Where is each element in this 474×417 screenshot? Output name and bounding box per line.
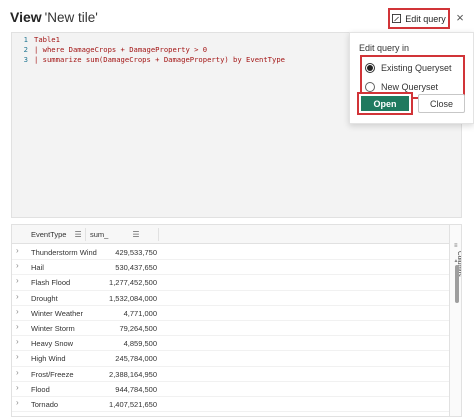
cell-eventtype: High Wind — [31, 354, 66, 364]
open-button-highlight: Open — [357, 92, 413, 115]
expand-chevron-icon[interactable]: › — [16, 246, 19, 255]
cell-sum: 1,532,084,000 — [109, 293, 157, 303]
expand-chevron-icon[interactable]: › — [16, 261, 19, 270]
cell-sum: 1,407,521,650 — [109, 400, 157, 409]
close-button[interactable]: Close — [418, 94, 465, 113]
title-prefix: View — [10, 9, 42, 25]
expand-chevron-icon[interactable]: › — [16, 398, 19, 407]
expand-chevron-icon[interactable]: › — [16, 337, 19, 346]
vertical-scrollbar-thumb[interactable] — [455, 265, 459, 303]
expand-chevron-icon[interactable]: › — [16, 307, 19, 316]
table-row[interactable]: › Flash Flood 1,277,452,500 — [12, 275, 449, 291]
table-row[interactable]: › Winter Storm 79,264,500 — [12, 321, 449, 337]
cell-sum: 1,277,452,500 — [109, 278, 157, 288]
column-header-label: EventType — [31, 230, 67, 239]
cell-eventtype: Thunderstorm Wind — [31, 248, 97, 257]
cell-sum: 429,533,750 — [115, 248, 157, 257]
table-row[interactable]: ›Ice Storm1,379,811,000 — [12, 412, 449, 416]
cell-sum: 4,859,500 — [123, 339, 157, 349]
column-menu-icon[interactable]: ☰ — [74, 230, 81, 239]
code-text: | summarize sum(DamageCrops + DamageProp… — [34, 55, 285, 64]
code-text: Table1 — [34, 35, 60, 44]
edit-query-label: Edit query — [405, 13, 446, 24]
table-row[interactable]: › High Wind 245,784,000 — [12, 351, 449, 367]
expand-chevron-icon[interactable]: › — [16, 413, 19, 416]
expand-chevron-icon[interactable]: › — [16, 276, 19, 285]
radio-label: Existing Queryset — [381, 63, 452, 73]
expand-chevron-icon[interactable]: › — [16, 292, 19, 301]
grid-header: EventType ☰ sum_ ☰ — [12, 225, 449, 244]
table-row[interactable]: › Thunderstorm Wind 429,533,750 — [12, 245, 449, 261]
code-text: | where DamageCrops + DamageProperty > 0 — [34, 45, 208, 54]
edit-query-icon — [392, 14, 402, 23]
popover-label: Edit query in — [359, 43, 410, 53]
results-grid: EventType ☰ sum_ ☰ › Thunderstorm Wind 429… — [11, 224, 462, 417]
table-row[interactable]: › Heavy Snow 4,859,500 — [12, 336, 449, 352]
page-title: View 'New tile' — [10, 9, 98, 25]
open-button[interactable]: Open — [361, 96, 409, 111]
column-header-eventtype[interactable]: EventType ☰ — [31, 225, 82, 244]
cell-eventtype: Frost/Freeze — [31, 369, 74, 379]
cell-eventtype: Flood — [31, 384, 50, 394]
editor-line: 2 | where DamageCrops + DamageProperty >… — [12, 45, 207, 55]
close-icon[interactable]: × — [454, 11, 466, 25]
view-tile-dialog: View 'New tile' Edit query × 1 Table1 2 … — [0, 0, 474, 417]
table-row[interactable]: › Winter Weather 4,771,000 — [12, 306, 449, 321]
cell-sum: 530,437,650 — [115, 263, 157, 273]
column-header-label: sum_ — [90, 230, 109, 239]
cell-sum: 944,784,500 — [115, 384, 157, 394]
column-header-sum[interactable]: sum_ ☰ — [90, 225, 140, 244]
cell-eventtype: Tornado — [31, 400, 59, 409]
edit-query-button[interactable]: Edit query — [388, 8, 450, 29]
table-row[interactable]: › Drought 1,532,084,000 — [12, 291, 449, 306]
cell-eventtype: Drought — [31, 293, 58, 303]
cell-eventtype: Hail — [31, 263, 44, 273]
expand-chevron-icon[interactable]: › — [16, 368, 19, 377]
cell-eventtype: Heavy Snow — [31, 339, 74, 349]
editor-line: 1 Table1 — [12, 35, 60, 45]
expand-chevron-icon[interactable]: › — [16, 352, 19, 361]
grip-icon: ≡ — [454, 243, 458, 249]
scroll-up-icon[interactable]: ▲ — [449, 258, 461, 264]
columns-side-panel[interactable]: ≡ Columns — [449, 225, 461, 416]
tile-name: 'New tile' — [44, 10, 98, 25]
table-row[interactable]: › Tornado 1,407,521,650 — [12, 397, 449, 413]
table-row[interactable]: › Frost/Freeze 2,388,164,950 — [12, 367, 449, 382]
cell-eventtype: Winter Weather — [31, 308, 83, 318]
expand-chevron-icon[interactable]: › — [16, 383, 19, 392]
column-divider[interactable] — [85, 228, 86, 241]
radio-existing-queryset[interactable]: Existing Queryset — [365, 60, 452, 76]
line-number: 1 — [23, 35, 28, 44]
table-row[interactable]: › Flood 944,784,500 — [12, 382, 449, 397]
radio-label: New Queryset — [381, 82, 439, 92]
line-number: 2 — [23, 45, 28, 54]
cell-eventtype: Winter Storm — [31, 324, 75, 333]
table-row[interactable]: › Hail 530,437,650 — [12, 260, 449, 276]
editor-line: 3 | summarize sum(DamageCrops + DamagePr… — [12, 55, 285, 65]
radio-checked-icon[interactable] — [365, 63, 375, 73]
cell-sum: 79,264,500 — [119, 324, 157, 333]
column-divider[interactable] — [158, 228, 159, 241]
radio-unchecked-icon[interactable] — [365, 82, 375, 92]
column-menu-icon[interactable]: ☰ — [132, 230, 139, 239]
line-number: 3 — [23, 55, 28, 64]
cell-eventtype: Flash Flood — [31, 278, 71, 288]
expand-chevron-icon[interactable]: › — [16, 322, 19, 331]
cell-sum: 4,771,000 — [123, 308, 157, 318]
cell-sum: 2,388,164,950 — [109, 369, 157, 379]
cell-sum: 245,784,000 — [115, 354, 157, 364]
